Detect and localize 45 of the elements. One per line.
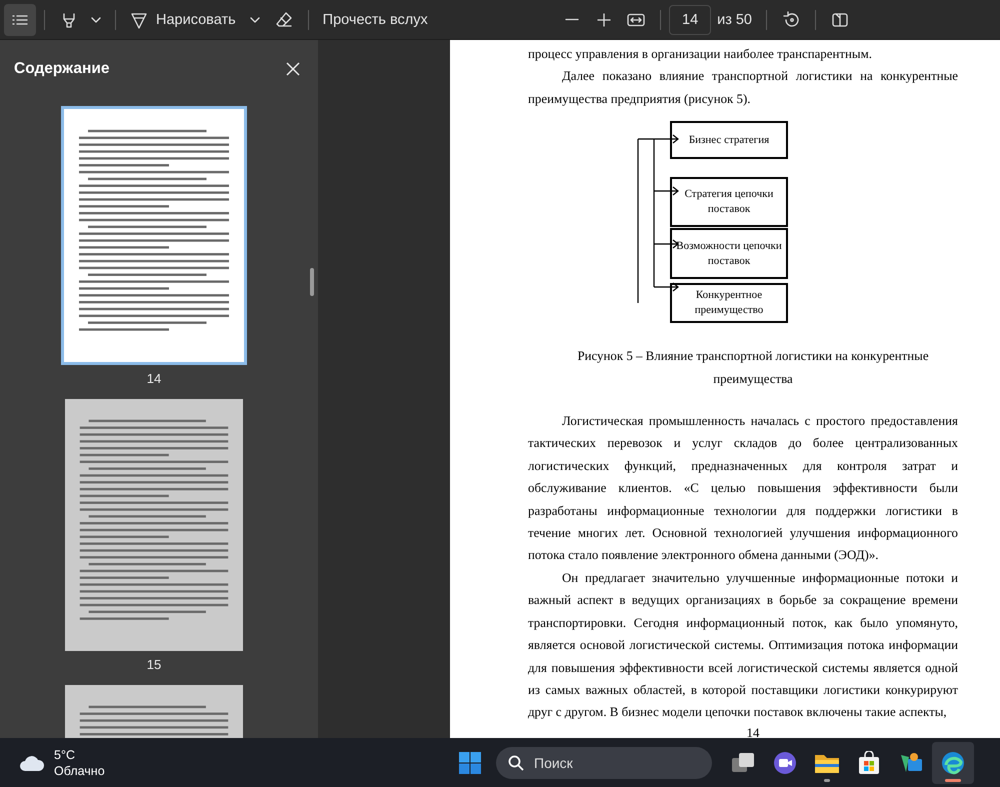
rotate-icon xyxy=(782,10,800,28)
page-thumbnail[interactable] xyxy=(61,106,247,365)
draw-button[interactable]: Нарисовать xyxy=(124,4,242,36)
minus-icon xyxy=(565,18,580,21)
scrollbar-thumb[interactable] xyxy=(310,268,314,296)
taskbar-app-button[interactable] xyxy=(932,742,974,784)
sidebar-title: Содержание xyxy=(14,60,110,78)
video-chat-icon[interactable] xyxy=(773,750,797,774)
search-icon xyxy=(508,754,524,770)
cloud-icon[interactable] xyxy=(18,754,46,772)
paragraph: Далее показано влияние транспортной логистики на конкурентные преимущества предприятия (рисунок 5). xyxy=(528,68,958,108)
shopping-bag-icon[interactable] xyxy=(857,750,881,774)
app-indicator xyxy=(824,778,830,782)
read-aloud-button[interactable]: Прочесть вслух xyxy=(316,4,434,36)
page-number-label: 15 xyxy=(146,657,162,674)
close-icon[interactable] xyxy=(286,62,300,76)
page-total: из 50 xyxy=(717,12,752,28)
page-thumbnail[interactable] xyxy=(65,399,243,651)
weather-condition: Облачно xyxy=(54,762,105,778)
app-indicator xyxy=(945,778,961,782)
overlapping-windows-icon[interactable] xyxy=(731,752,755,774)
fit-width-icon xyxy=(627,12,646,26)
page-number-label: 14 xyxy=(146,371,162,388)
contents-button[interactable] xyxy=(4,4,36,36)
page-number-field[interactable]: 14 xyxy=(669,4,712,34)
diagram-node: Конкурентное преимущество xyxy=(670,283,788,324)
browser-icon[interactable] xyxy=(941,750,965,774)
paragraph: Он предлагает значительно улучшенные информационные потоки и важный аспект в ведущих организациях в борьбе за сокращение времени транспортировки. Сегодня информационный поток, как было упомянуто, является основой логистической системы. Оптимизация потока информации для повышения эффективности всей логистической системы является одной из самых важных областей, в которой поставщики логистики конкурируют друг с другом. В бизнес модели цепочки поставок включены такие аспекты, xyxy=(528,570,958,722)
diagram-node: Стратегия цепочки поставок xyxy=(670,177,788,228)
diagram-node: Возможности цепочки поставок xyxy=(670,228,788,280)
chevron-icon[interactable] xyxy=(250,16,260,22)
figure-caption: Рисунок 5 – Влияние транспортной логистики на конкурентные преимущества xyxy=(576,348,930,388)
pen-tip-icon xyxy=(130,10,148,28)
list-icon xyxy=(11,12,29,26)
start-icon[interactable] xyxy=(458,750,482,774)
search-field[interactable]: Поиск xyxy=(496,746,712,778)
paragraph: Логистическая промышленность началась с простого предоставления тактических перевозок и услуг складов до более централизованных логистических функций, предназначенных для контроля затрат и обслуживание клиентов. «С целью повышения эффективности были разработаны информационные технологии для поддержки логистики в течение многих лет. Основной технологией улучшения информационного потока стало появление электронного обмена данными (ЭОД)». xyxy=(528,413,958,564)
paragraph: процесс управления в организации наиболее транспарентным. xyxy=(528,46,873,63)
chevron-icon[interactable] xyxy=(91,16,101,22)
page-number: 14 xyxy=(746,724,760,738)
eraser-icon xyxy=(274,10,293,28)
diagram-node: Бизнес стратегия xyxy=(670,121,788,160)
book-icon xyxy=(831,12,849,28)
plus-icon xyxy=(597,12,612,26)
temperature: 5°C xyxy=(54,746,76,762)
